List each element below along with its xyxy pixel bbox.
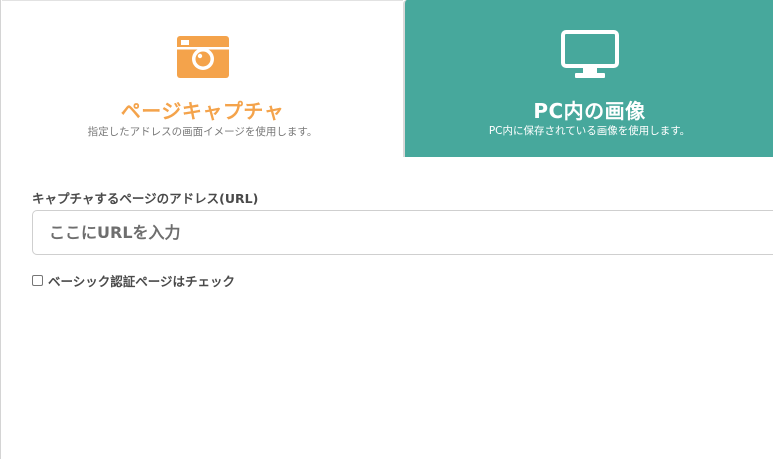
tab-pc-image[interactable]: PC内の画像 PC内に保存されている画像を使用します。 bbox=[403, 0, 773, 157]
camera-icon bbox=[176, 33, 230, 83]
tab-pc-image-description: PC内に保存されている画像を使用します。 bbox=[488, 125, 691, 137]
tab-page-capture-title: ページキャプチャ bbox=[120, 99, 285, 123]
basic-auth-checkbox[interactable] bbox=[32, 275, 43, 286]
tab-page-capture-description: 指定したアドレスの画面イメージを使用します。 bbox=[87, 126, 318, 138]
capture-source-panel: ページキャプチャ 指定したアドレスの画面イメージを使用します。 PC内の画像 P… bbox=[0, 0, 773, 459]
monitor-icon bbox=[560, 30, 619, 84]
url-field-label: キャプチャするページのアドレス(URL) bbox=[32, 191, 259, 206]
basic-auth-option[interactable]: ベーシック認証ページはチェック bbox=[32, 271, 235, 290]
tab-page-capture[interactable]: ページキャプチャ 指定したアドレスの画面イメージを使用します。 bbox=[2, 0, 403, 157]
url-input[interactable] bbox=[32, 210, 773, 255]
basic-auth-label: ベーシック認証ページはチェック bbox=[48, 274, 236, 289]
tab-pc-image-title: PC内の画像 bbox=[533, 99, 646, 123]
